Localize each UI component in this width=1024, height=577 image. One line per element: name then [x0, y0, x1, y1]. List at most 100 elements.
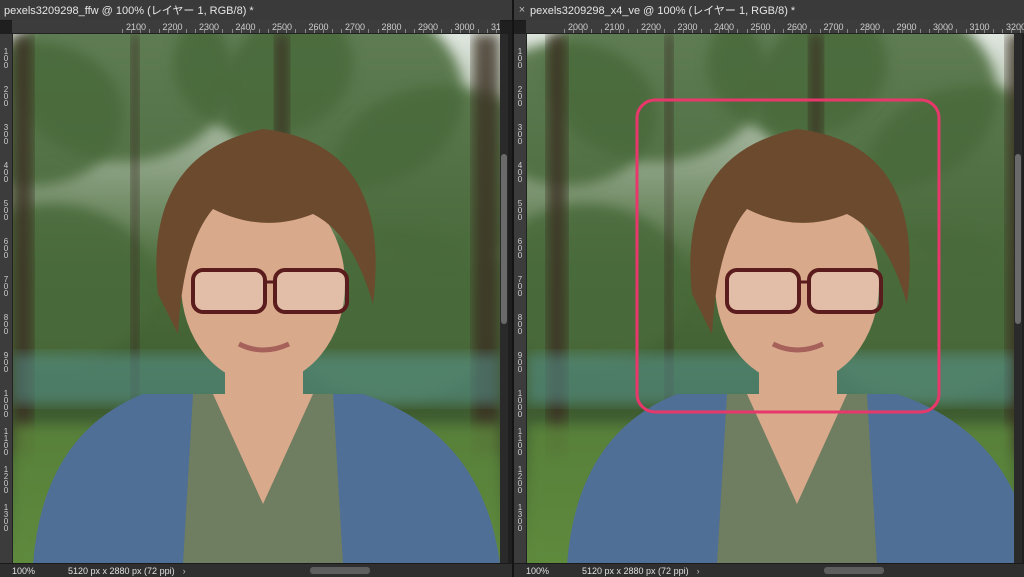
ruler-tick-mark — [801, 29, 803, 33]
document-tab-title: pexels3209298_x4_ve @ 100% (レイヤー 1, RGB/… — [530, 5, 796, 17]
ruler-tick-mark — [1020, 29, 1022, 33]
ruler-tick-mark — [414, 29, 415, 33]
ruler-tick-label: 400 — [517, 161, 523, 184]
ruler-tick-mark — [901, 29, 903, 33]
ruler-tick-mark — [737, 29, 739, 33]
ruler-tick-mark — [477, 29, 479, 33]
ruler-tick-mark — [983, 29, 985, 33]
ruler-tick-mark — [240, 29, 242, 33]
ruler-tick-label: 3100 — [969, 22, 990, 32]
zoom-level[interactable]: 100% — [514, 566, 570, 576]
ruler-tick-mark — [627, 29, 629, 33]
ruler-tick-mark — [268, 29, 269, 33]
ruler-tick-mark — [304, 29, 306, 33]
ruler-tick-mark — [883, 29, 885, 33]
ruler-tick-mark — [176, 29, 178, 33]
ruler-tick-mark — [573, 29, 575, 33]
ruler-tick-mark — [691, 29, 693, 33]
ruler-tick-label: 700 — [3, 275, 9, 298]
glasses-right-lens — [273, 268, 349, 314]
ruler-tick-label: 2500 — [750, 22, 771, 32]
document-window-left[interactable]: pexels3209298_ffw @ 100% (レイヤー 1, RGB/8)… — [0, 0, 512, 577]
image-canvas-left[interactable] — [13, 34, 500, 564]
ruler-tick-mark — [487, 29, 488, 33]
ruler-tick-mark — [231, 29, 233, 33]
horizontal-ruler[interactable]: 2100 2200 2300 2400 2500 2600 2700 2800 2900 3000… — [12, 20, 500, 34]
ruler-tick-mark — [600, 29, 602, 33]
ruler-tick-mark — [277, 29, 279, 33]
ruler-tick-mark — [837, 29, 839, 33]
ruler-tick-mark — [459, 29, 461, 33]
ruler-tick-mark — [929, 29, 930, 33]
ruler-tick-mark — [496, 29, 498, 33]
ruler-tick-mark — [222, 29, 224, 33]
ruler-tick-mark — [350, 29, 352, 33]
ruler-tick-label: 1200 — [517, 465, 523, 495]
ruler-tick-mark — [856, 29, 857, 33]
ruler-tick-label: 400 — [3, 161, 9, 184]
ruler-tick-mark — [773, 29, 775, 33]
zoom-level[interactable]: 100% — [0, 566, 56, 576]
status-menu-arrow-icon[interactable]: › — [689, 566, 700, 576]
horizontal-ruler[interactable]: 2000 2100 2200 2300 2400 2500 2600 2700 2800 2900… — [526, 20, 1024, 34]
horizontal-scrollbar-thumb[interactable] — [310, 567, 370, 574]
ruler-tick-label: 200 — [517, 85, 523, 108]
ruler-tick-mark — [637, 29, 638, 33]
ruler-tick-mark — [792, 29, 794, 33]
ruler-tick-label: 2600 — [786, 22, 808, 32]
ruler-tick-mark — [185, 29, 187, 33]
ruler-tick-mark — [819, 29, 821, 33]
ruler-tick-mark — [682, 29, 684, 33]
ruler-tick-mark — [368, 29, 370, 33]
ruler-tick-mark — [582, 29, 584, 33]
horizontal-scrollbar-thumb[interactable] — [824, 567, 884, 574]
ruler-tick-mark — [865, 29, 867, 33]
ruler-tick-mark — [719, 29, 721, 33]
vertical-ruler[interactable]: 100 200 300 400 500 600 700 800 900 1000 1100 1200 1… — [514, 34, 527, 564]
vertical-scrollbar[interactable] — [500, 34, 508, 564]
vertical-scrollbar[interactable] — [1014, 34, 1022, 564]
ruler-tick-label: 2000 — [567, 22, 589, 32]
ruler-tick-label: 2800 — [859, 22, 881, 32]
ruler-tick-label: 900 — [3, 351, 9, 374]
ruler-tick-mark — [700, 29, 702, 33]
document-size-info[interactable]: 5120 px x 2880 px (72 ppi) — [570, 566, 689, 576]
ruler-tick-mark — [195, 29, 196, 33]
ruler-tick-label: 3000 — [932, 22, 954, 32]
ruler-tick-mark — [564, 29, 565, 33]
ruler-tick-mark — [655, 29, 657, 33]
ruler-tick-label: 200 — [3, 85, 9, 108]
ruler-tick-mark — [140, 29, 142, 33]
document-size-info[interactable]: 5120 px x 2880 px (72 ppi) — [56, 566, 175, 576]
ruler-tick-mark — [258, 29, 260, 33]
ruler-tick-mark — [673, 29, 675, 33]
ruler-tick-label: 2900 — [896, 22, 917, 32]
ruler-tick-label: 1000 — [3, 389, 9, 419]
scrollbar-thumb[interactable] — [501, 154, 507, 324]
ruler-tick-mark — [919, 29, 921, 33]
status-menu-arrow-icon[interactable]: › — [175, 566, 186, 576]
ruler-tick-label: 500 — [517, 199, 523, 222]
ruler-tick-mark — [938, 29, 940, 33]
ruler-tick-label: 2800 — [381, 22, 402, 32]
ruler-tick-mark — [710, 29, 711, 33]
ruler-tick-mark — [874, 29, 876, 33]
ruler-tick-label: 3200 — [1005, 22, 1024, 32]
scrollbar-thumb[interactable] — [1015, 154, 1021, 324]
ruler-tick-mark — [395, 29, 397, 33]
ruler-tick-mark — [249, 29, 251, 33]
glasses-left-lens — [725, 268, 801, 314]
ruler-tick-mark — [1002, 29, 1003, 33]
document-tab-left[interactable]: pexels3209298_ffw @ 100% (レイヤー 1, RGB/8)… — [0, 0, 512, 21]
close-tab-icon[interactable]: × — [514, 4, 530, 16]
ruler-tick-mark — [131, 29, 133, 33]
document-tab-right[interactable]: × pexels3209298_x4_ve @ 100% (レイヤー 1, RG… — [514, 0, 1024, 21]
ruler-tick-mark — [664, 29, 666, 33]
ruler-tick-label: 2400 — [235, 22, 256, 32]
ruler-tick-label: 2200 — [640, 22, 662, 32]
vertical-ruler[interactable]: 100 200 300 400 500 600 700 800 900 1000 1100 1200 1… — [0, 34, 13, 564]
ruler-tick-mark — [122, 29, 123, 33]
photo-image — [527, 34, 1014, 564]
document-window-right[interactable]: × pexels3209298_x4_ve @ 100% (レイヤー 1, RG… — [514, 0, 1024, 577]
image-canvas-right[interactable] — [527, 34, 1014, 564]
